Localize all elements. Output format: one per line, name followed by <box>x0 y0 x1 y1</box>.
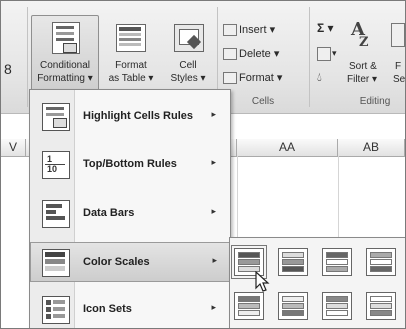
highlight-cells-icon <box>42 103 70 131</box>
delete-label: Delete ▾ <box>239 48 280 60</box>
sort-icon-z: Z <box>359 35 369 50</box>
format-button[interactable]: Format ▾ <box>223 69 303 87</box>
color-scales-icon <box>42 249 70 277</box>
excel-window: 8 Conditional Formatting ▾ Format as Tab… <box>0 0 406 329</box>
submenu-arrow-icon: ▸ <box>211 109 216 119</box>
cells-group-label: Cells <box>251 96 275 107</box>
group-separator <box>309 7 310 107</box>
cell-styles-line2: Styles ▾ <box>170 73 206 84</box>
color-scale-option[interactable] <box>366 292 396 320</box>
icon-sets-icon <box>42 296 70 324</box>
conditional-formatting-line2: Formatting ▾ <box>37 73 93 84</box>
find-line2: Se <box>393 74 406 85</box>
menu-item-label: Top/Bottom Rules <box>83 158 177 170</box>
insert-label: Insert ▾ <box>239 24 276 36</box>
menu-item-color-scales[interactable]: Color Scales ▸ <box>30 242 230 282</box>
submenu-arrow-icon: ▸ <box>211 206 216 216</box>
submenu-arrow-icon: ▸ <box>211 302 216 312</box>
color-scale-option[interactable] <box>322 292 352 320</box>
color-scale-option[interactable] <box>278 292 308 320</box>
left-cut-label: 8 <box>4 61 12 77</box>
color-scale-option[interactable] <box>366 248 396 276</box>
autosum-button[interactable]: Σ ▾ <box>317 22 334 34</box>
menu-item-top-bottom-rules[interactable]: 1 10 Top/Bottom Rules ▸ <box>31 145 228 185</box>
submenu-arrow-icon: ▸ <box>211 157 216 167</box>
group-separator <box>27 7 28 107</box>
conditional-formatting-icon <box>52 22 80 54</box>
color-scale-option[interactable] <box>278 248 308 276</box>
sort-filter-button[interactable]: A Z Sort & Filter ▾ <box>345 17 385 87</box>
insert-icon <box>223 24 237 36</box>
data-bars-icon <box>42 200 70 228</box>
editing-group-label: Editing <box>359 96 391 107</box>
column-header-aa[interactable]: AA <box>237 139 338 157</box>
format-as-table-icon <box>116 24 146 52</box>
conditional-formatting-menu: Highlight Cells Rules ▸ 1 10 Top/Bottom … <box>29 89 231 328</box>
color-scale-option[interactable] <box>322 248 352 276</box>
conditional-formatting-line1: Conditional <box>39 60 91 71</box>
color-scale-option[interactable] <box>234 292 264 320</box>
cell-styles-line1: Cell <box>179 60 197 71</box>
format-icon <box>223 72 237 84</box>
delete-icon <box>223 48 237 60</box>
menu-item-label: Data Bars <box>83 207 135 219</box>
top-bottom-icon: 1 10 <box>42 151 70 179</box>
cell-styles-button[interactable]: Cell Styles ▾ <box>161 15 215 91</box>
cell-styles-icon <box>174 24 204 52</box>
format-as-table-line1: Format <box>115 60 147 71</box>
column-header-v[interactable]: V <box>1 139 26 157</box>
submenu-arrow-icon: ▸ <box>212 255 217 265</box>
fill-icon[interactable] <box>317 47 331 61</box>
insert-button[interactable]: Insert ▾ <box>223 21 303 39</box>
format-as-table-button[interactable]: Format as Table ▾ <box>105 15 157 91</box>
menu-item-label: Color Scales <box>83 256 150 268</box>
mouse-pointer-icon <box>255 271 270 292</box>
fill-arrow-icon: ▾ <box>332 48 337 58</box>
find-icon <box>391 23 405 47</box>
menu-item-highlight-cells-rules[interactable]: Highlight Cells Rules ▸ <box>31 97 228 137</box>
find-line1: F <box>395 61 402 72</box>
clear-icon[interactable]: 💧︎ <box>317 71 322 83</box>
column-header-ab[interactable]: AB <box>338 139 405 157</box>
menu-item-label: Highlight Cells Rules <box>83 110 194 122</box>
delete-button[interactable]: Delete ▾ <box>223 45 303 63</box>
menu-item-icon-sets[interactable]: Icon Sets ▸ <box>31 290 228 328</box>
conditional-formatting-button[interactable]: Conditional Formatting ▾ <box>31 15 99 91</box>
menu-item-data-bars[interactable]: Data Bars ▸ <box>31 194 228 234</box>
sort-filter-line2: Filter ▾ <box>347 74 378 85</box>
sort-filter-line1: Sort & <box>349 61 377 72</box>
format-label: Format ▾ <box>239 72 283 84</box>
find-select-button[interactable]: F Se <box>389 17 406 87</box>
menu-item-label: Icon Sets <box>83 303 132 315</box>
format-as-table-line2: as Table ▾ <box>108 73 154 84</box>
